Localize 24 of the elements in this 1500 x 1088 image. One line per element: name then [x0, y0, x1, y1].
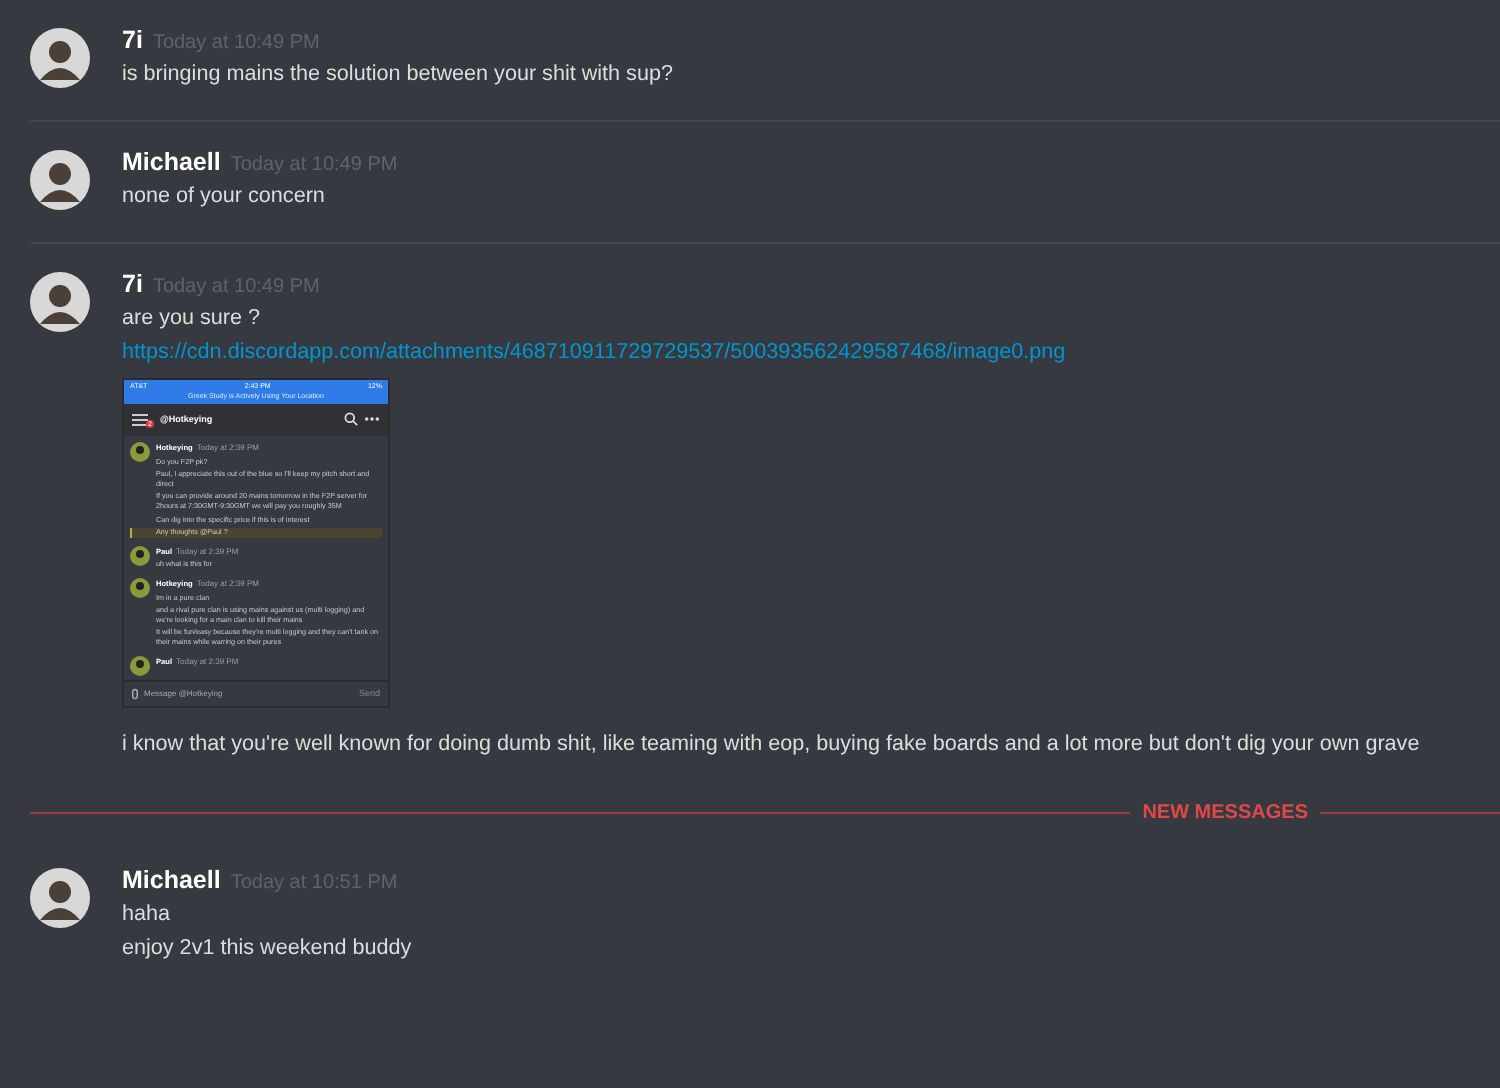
author-name[interactable]: 7i: [122, 26, 143, 54]
avatar-icon[interactable]: [30, 28, 90, 88]
message-text: enjoy 2v1 this weekend buddy: [122, 933, 412, 964]
message-text: haha: [122, 899, 173, 930]
message-text: i know that you're well known for doing dumb shit, like teaming with eop, buying fake boards and a lot more but don't dig your own grave: [122, 729, 1420, 760]
new-messages-divider: NEW MESSAGES: [1142, 801, 1308, 824]
author-name[interactable]: Michaell: [122, 865, 221, 894]
author-name[interactable]: 7i: [122, 270, 143, 298]
avatar-icon[interactable]: [30, 867, 90, 928]
avatar-icon[interactable]: [130, 545, 150, 566]
author-name[interactable]: Michaell: [122, 148, 221, 176]
avatar-icon[interactable]: [130, 655, 150, 676]
avatar-icon[interactable]: [130, 578, 150, 599]
avatar-icon[interactable]: [130, 442, 150, 463]
message-text: are you sure ?: [122, 304, 263, 334]
avatar-icon[interactable]: [30, 272, 90, 332]
search-icon[interactable]: [344, 412, 358, 427]
message-text: none of your concern: [122, 182, 327, 212]
menu-icon[interactable]: [132, 413, 148, 426]
attachment-icon[interactable]: [132, 687, 138, 700]
message-text: is bringing mains the solution between your shit with sup?: [122, 60, 673, 90]
avatar-icon[interactable]: [30, 150, 90, 210]
embedded-screenshot[interactable]: [122, 378, 390, 708]
more-icon[interactable]: [364, 416, 380, 423]
